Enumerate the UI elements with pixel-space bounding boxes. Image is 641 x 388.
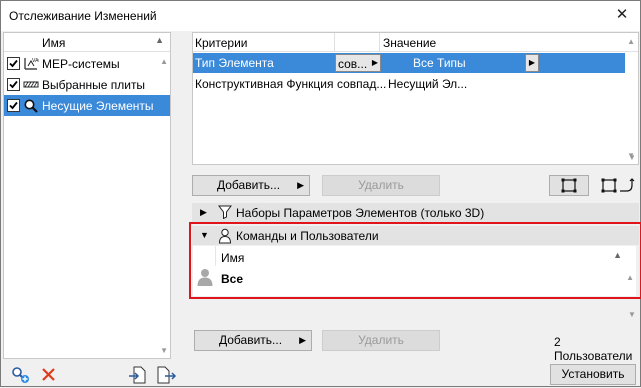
svg-text:VAC: VAC xyxy=(32,58,39,64)
criteria-table: Критерии Значение ▲ Тип Элемента сов... … xyxy=(192,32,639,165)
apply-label: Установить xyxy=(561,367,625,381)
filter-checkbox[interactable] xyxy=(7,78,20,91)
criterion-cell: Конструктивная Функция xyxy=(195,77,334,91)
criteria-row[interactable]: Тип Элемента сов... ▶ Все Типы ▶ xyxy=(193,53,625,73)
frame-icon xyxy=(561,178,577,193)
sort-ascending-icon: ▲ xyxy=(155,35,164,45)
criteria-row[interactable]: Конструктивная Функция совпад... Несущий… xyxy=(193,74,625,94)
scroll-down-icon[interactable]: ▼ xyxy=(628,153,636,162)
operator-dropdown[interactable]: сов... ▶ xyxy=(335,54,381,72)
filter-funnel-icon xyxy=(218,205,232,222)
remove-user-button[interactable]: Удалить xyxy=(322,330,440,351)
filter-list-header-name: Имя xyxy=(42,36,66,50)
frame-transform-icon[interactable] xyxy=(599,176,639,196)
scroll-up-icon[interactable]: ▲ xyxy=(627,37,635,46)
filter-item-label: Несущие Элементы xyxy=(42,99,154,113)
apply-button[interactable]: Установить xyxy=(550,364,636,385)
value-cell: Все Типы xyxy=(413,56,466,70)
filter-checkbox[interactable] xyxy=(7,99,20,112)
value-dropdown-arrow-icon[interactable]: ▶ xyxy=(525,54,539,72)
value-column-header[interactable]: Значение xyxy=(383,36,436,50)
add-criterion-button[interactable]: Добавить... ▶ xyxy=(192,175,310,196)
import-filter-button[interactable] xyxy=(128,365,150,385)
operator-cell: совпад... xyxy=(337,77,387,91)
scroll-down-icon[interactable]: ▼ xyxy=(628,310,636,319)
value-cell: Несущий Эл... xyxy=(388,77,468,91)
chevron-right-icon: ▶ xyxy=(299,335,306,345)
slab-icon xyxy=(23,77,39,92)
track-changes-dialog: Отслеживание Изменений ✕ Имя ▲ VAC MEP-с… xyxy=(0,0,641,387)
filter-checkbox[interactable] xyxy=(7,57,20,70)
filter-list: Имя ▲ VAC MEP-системы xyxy=(3,32,171,359)
operator-value: сов... xyxy=(338,57,368,71)
filter-item-label: Выбранные плиты xyxy=(42,78,146,92)
title-bar: Отслеживание Изменений ✕ xyxy=(1,1,640,31)
window-title: Отслеживание Изменений xyxy=(9,9,157,23)
highlight-frame xyxy=(189,222,641,299)
filter-item-slabs[interactable]: Выбранные плиты xyxy=(4,74,170,95)
section-param-sets[interactable]: ▶ Наборы Параметров Элементов (только 3D… xyxy=(192,203,639,222)
filter-item-mep[interactable]: VAC MEP-системы xyxy=(4,53,170,74)
mep-icon: VAC xyxy=(23,56,42,71)
chevron-right-icon: ▶ xyxy=(200,207,207,217)
add-criterion-label: Добавить... xyxy=(217,178,281,192)
remove-criterion-label: Удалить xyxy=(358,178,404,192)
filter-item-structural[interactable]: Несущие Элементы xyxy=(4,95,170,116)
column-divider[interactable] xyxy=(334,33,335,52)
new-filter-button[interactable] xyxy=(9,365,31,385)
filter-item-label: MEP-системы xyxy=(42,57,120,71)
scroll-down-icon[interactable]: ▼ xyxy=(160,346,168,355)
filter-list-header[interactable]: Имя ▲ xyxy=(4,33,170,52)
remove-criterion-button[interactable]: Удалить xyxy=(322,175,440,196)
chevron-right-icon: ▶ xyxy=(371,58,378,67)
close-icon[interactable]: ✕ xyxy=(614,7,630,23)
user-count: 2 Пользователи xyxy=(554,335,633,363)
criteria-column-header[interactable]: Критерии xyxy=(195,36,247,50)
section-label: Наборы Параметров Элементов (только 3D) xyxy=(236,206,485,220)
remove-user-label: Удалить xyxy=(358,333,404,347)
criterion-cell: Тип Элемента xyxy=(195,56,274,70)
export-filter-button[interactable] xyxy=(155,365,177,385)
structural-search-icon xyxy=(23,98,39,113)
selection-frame-button[interactable] xyxy=(549,175,589,196)
column-divider[interactable] xyxy=(379,33,380,52)
delete-filter-button[interactable] xyxy=(39,365,61,385)
chevron-right-icon: ▶ xyxy=(297,180,304,190)
criteria-table-header: Критерии Значение ▲ xyxy=(193,33,638,52)
add-user-label: Добавить... xyxy=(219,333,283,347)
scroll-up-icon[interactable]: ▲ xyxy=(160,57,168,66)
add-user-button[interactable]: Добавить... ▶ xyxy=(194,330,312,351)
